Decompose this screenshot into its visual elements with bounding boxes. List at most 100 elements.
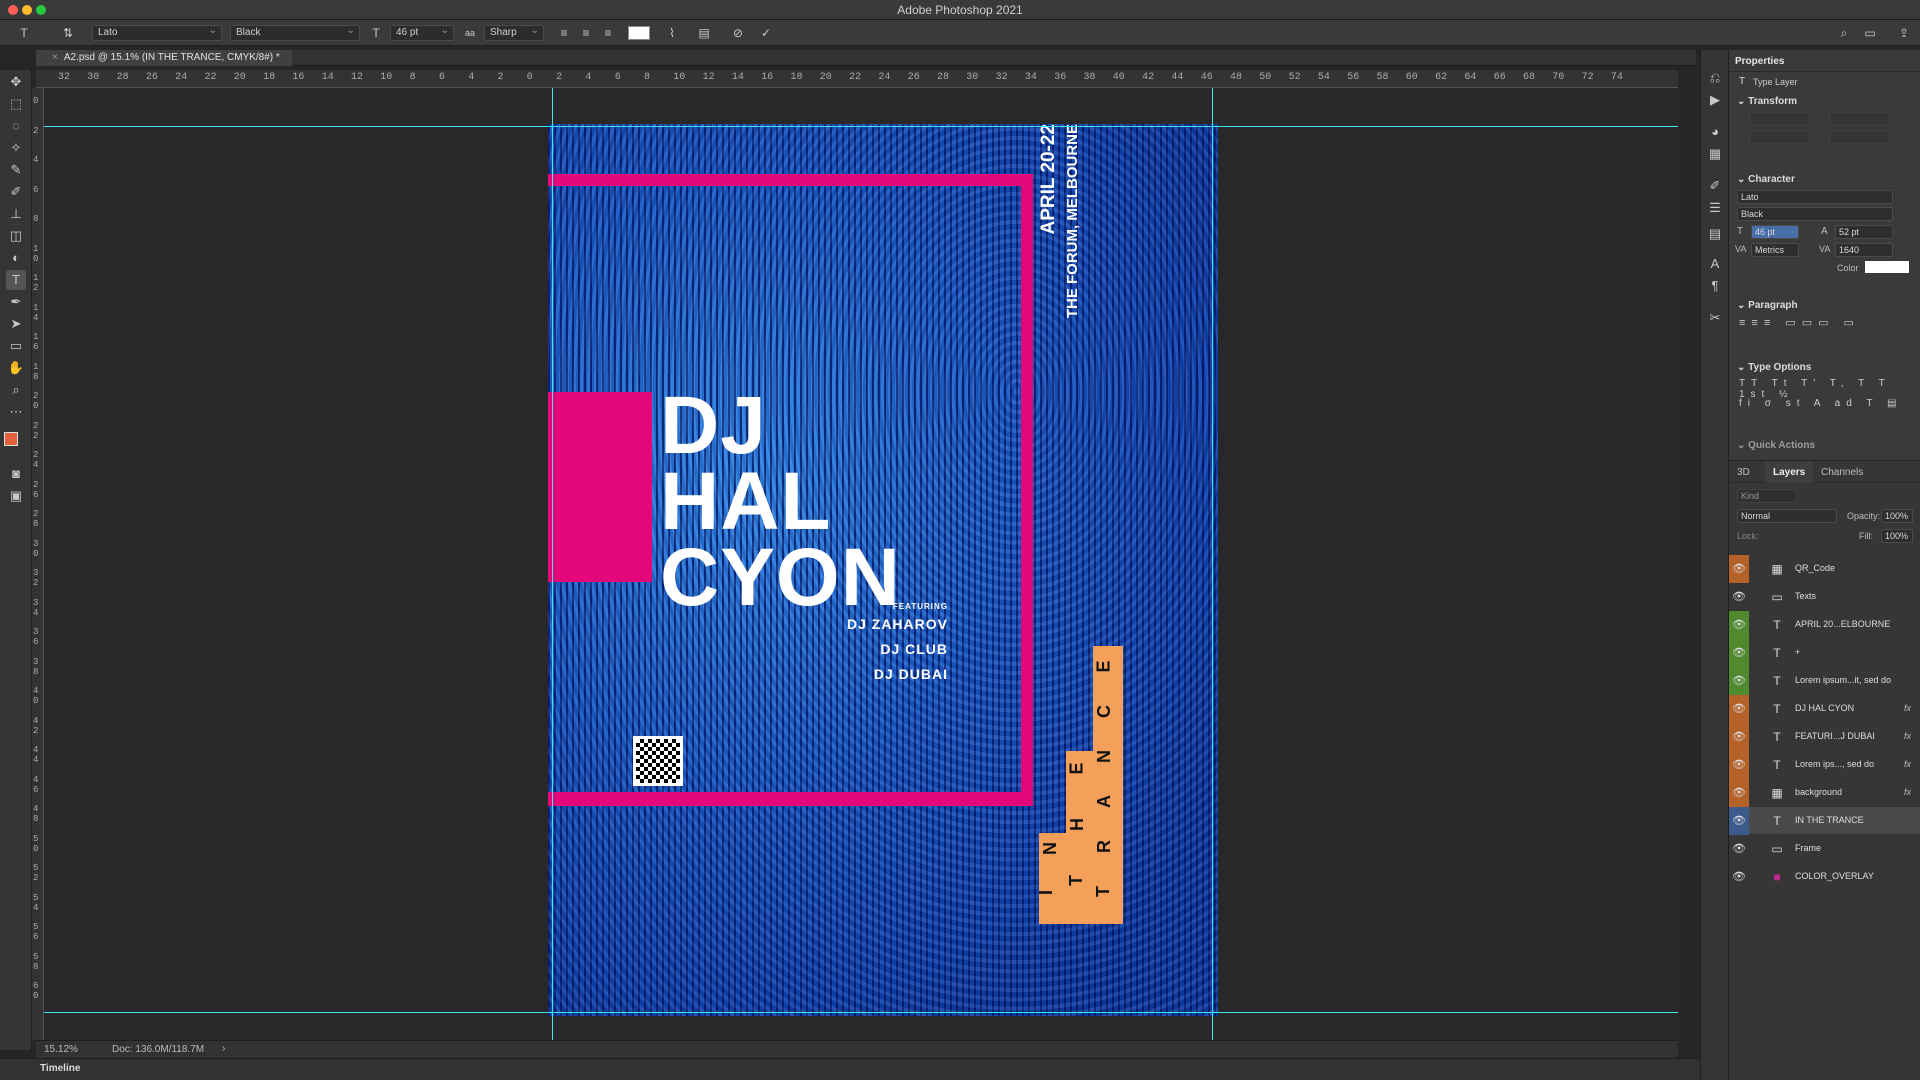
text-color-swatch[interactable] (628, 26, 650, 40)
visibility-eye-icon[interactable]: 👁 (1729, 807, 1749, 835)
antialias-select[interactable]: Sharp (484, 24, 544, 41)
layer-row[interactable]: 👁 ▦ QR_Code (1729, 555, 1920, 583)
commit-check-icon[interactable]: ✓ (758, 25, 774, 41)
brush-tool-icon[interactable]: ✐ (6, 182, 26, 202)
visibility-eye-icon[interactable]: 👁 (1729, 863, 1749, 891)
character-section[interactable]: ⌄ Character (1737, 174, 1795, 185)
actions-play-icon[interactable]: ▶ (1705, 90, 1725, 110)
guide-horizontal-top[interactable] (44, 126, 1678, 127)
paragraph-icon[interactable]: ¶ (1705, 276, 1725, 296)
close-tab-icon[interactable]: × (52, 52, 58, 63)
eraser-tool-icon[interactable]: ◫ (6, 226, 26, 246)
gradient-tool-icon[interactable]: ◐ (6, 248, 26, 268)
guide-vertical-left[interactable] (552, 88, 553, 1040)
kind-filter[interactable]: Kind (1737, 489, 1797, 503)
visibility-eye-icon[interactable]: 👁 (1729, 611, 1749, 639)
tracking-field[interactable]: 1640 (1835, 243, 1893, 257)
guide-vertical-right[interactable] (1212, 88, 1213, 1040)
libraries-icon[interactable]: ▤ (1705, 224, 1725, 244)
type-tool-icon[interactable]: T (6, 270, 26, 290)
font-family-field[interactable]: Lato (1737, 190, 1893, 204)
marquee-tool-icon[interactable]: ⬚ (6, 94, 26, 114)
eyedropper-tool-icon[interactable]: ✎ (6, 160, 26, 180)
kerning-field[interactable]: Metrics (1751, 243, 1799, 257)
layer-row[interactable]: 👁 T IN THE TRANCE (1729, 807, 1920, 835)
fill-field[interactable]: 100% (1881, 529, 1913, 543)
visibility-eye-icon[interactable]: 👁 (1729, 835, 1749, 863)
align-right-icon[interactable]: ≡ (600, 25, 616, 41)
character-panel-icon[interactable]: ▤ (696, 25, 712, 41)
character-icon[interactable]: A (1705, 254, 1725, 274)
font-style-select[interactable]: Black (230, 24, 360, 41)
warp-text-icon[interactable]: ⌇ (664, 25, 680, 41)
toggle-orientation-icon[interactable]: ⇅ (60, 25, 76, 41)
visibility-eye-icon[interactable]: 👁 (1729, 751, 1749, 779)
align-left-icon[interactable]: ≡ (556, 25, 572, 41)
lasso-tool-icon[interactable]: ◌ (6, 116, 26, 136)
paragraph-section[interactable]: ⌄ Paragraph (1737, 300, 1798, 311)
foreground-color-swatch[interactable] (4, 432, 18, 446)
swatches-icon[interactable]: ▦ (1705, 144, 1725, 164)
blend-mode-select[interactable]: Normal (1737, 509, 1837, 523)
zoom-tool-icon[interactable]: ⌕ (6, 380, 26, 400)
font-size-field[interactable]: 46 pt (1751, 225, 1799, 239)
rectangle-tool-icon[interactable]: ▭ (6, 336, 26, 356)
layer-row[interactable]: 👁 ▭ Texts (1729, 583, 1920, 611)
history-icon[interactable]: ⎌ (1705, 68, 1725, 88)
search-icon[interactable]: ⌕ (1836, 25, 1852, 41)
workspace-icon[interactable]: ▭ (1862, 25, 1878, 41)
layer-row[interactable]: 👁 T APRIL 20...ELBOURNE (1729, 611, 1920, 639)
leading-field[interactable]: 52 pt (1835, 225, 1893, 239)
layer-row[interactable]: 👁 T Lorem ips..., sed do fx (1729, 751, 1920, 779)
canvas-area[interactable]: DJ HAL CYON FEATURING DJ ZAHAROV DJ CLUB… (44, 88, 1678, 1040)
tab-channels[interactable]: Channels (1821, 467, 1863, 478)
visibility-eye-icon[interactable]: 👁 (1729, 583, 1749, 611)
magic-wand-tool-icon[interactable]: ✧ (6, 138, 26, 158)
status-arrow-icon[interactable]: › (222, 1043, 225, 1054)
visibility-eye-icon[interactable]: 👁 (1729, 723, 1749, 751)
visibility-eye-icon[interactable]: 👁 (1729, 667, 1749, 695)
pen-tool-icon[interactable]: ✒ (6, 292, 26, 312)
quick-actions-section[interactable]: ⌄ Quick Actions (1737, 440, 1815, 451)
layer-row[interactable]: 👁 T + (1729, 639, 1920, 667)
hand-tool-icon[interactable]: ✋ (6, 358, 26, 378)
screen-mode-icon[interactable]: ▣ (6, 486, 26, 506)
layer-row[interactable]: 👁 T Lorem ipsum...it, sed do (1729, 667, 1920, 695)
tab-3d[interactable]: 3D (1737, 467, 1750, 478)
brushes-icon[interactable]: ✐ (1705, 176, 1725, 196)
properties-header[interactable]: Properties (1729, 50, 1920, 72)
tab-layers[interactable]: Layers (1765, 461, 1814, 483)
transform-section[interactable]: ⌄ Transform (1737, 96, 1797, 107)
layer-fx-badge[interactable]: fx (1904, 731, 1911, 741)
layer-row[interactable]: 👁 T DJ HAL CYON fx (1729, 695, 1920, 723)
text-color-swatch[interactable] (1865, 261, 1909, 273)
zoom-level[interactable]: 15.12% (44, 1044, 78, 1055)
paragraph-align-buttons[interactable]: ≡≡≡ ▭▭▭ ▭ (1739, 316, 1860, 329)
share-icon[interactable]: ⇪ (1896, 25, 1912, 41)
quick-mask-icon[interactable]: ◙ (6, 464, 26, 484)
opacity-field[interactable]: 100% (1881, 509, 1913, 523)
type-tool-icon[interactable]: T (16, 25, 32, 41)
path-selection-tool-icon[interactable]: ➤ (6, 314, 26, 334)
layer-row[interactable]: 👁 ▦ background fx (1729, 779, 1920, 807)
guide-horizontal-bottom[interactable] (44, 1012, 1678, 1013)
more-tools-icon[interactable]: ⋯ (6, 402, 26, 422)
layer-row[interactable]: 👁 ■ COLOR_OVERLAY (1729, 863, 1920, 891)
layer-row[interactable]: 👁 T FEATURI...J DUBAI fx (1729, 723, 1920, 751)
layer-row[interactable]: 👁 ▭ Frame (1729, 835, 1920, 863)
tools-icon[interactable]: ✂ (1705, 308, 1725, 328)
type-options-section[interactable]: ⌄ Type Options (1737, 362, 1811, 373)
color-icon[interactable]: ◕ (1705, 122, 1725, 142)
layer-fx-badge[interactable]: fx (1904, 703, 1911, 713)
visibility-eye-icon[interactable]: 👁 (1729, 639, 1749, 667)
stamp-tool-icon[interactable]: ⊥ (6, 204, 26, 224)
adjustments-icon[interactable]: ☰ (1705, 198, 1725, 218)
layer-fx-badge[interactable]: fx (1904, 787, 1911, 797)
cancel-icon[interactable]: ⊘ (730, 25, 746, 41)
font-style-field[interactable]: Black (1737, 207, 1893, 221)
type-options-row-1[interactable]: TT Tt T' T, T T 1st ½ (1739, 378, 1920, 400)
visibility-eye-icon[interactable]: 👁 (1729, 779, 1749, 807)
align-center-icon[interactable]: ≡ (578, 25, 594, 41)
visibility-eye-icon[interactable]: 👁 (1729, 695, 1749, 723)
font-family-select[interactable]: Lato (92, 24, 222, 41)
